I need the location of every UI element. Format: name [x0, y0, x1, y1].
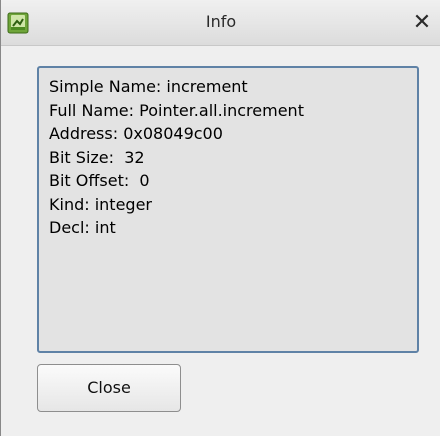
- info-dialog: Info ✕ Simple Name: increment Full Name:…: [0, 0, 440, 436]
- info-line-full-name: Full Name: Pointer.all.increment: [49, 100, 304, 120]
- info-line-simple-name: Simple Name: increment: [49, 77, 248, 96]
- info-line-address: Address: 0x08049c00: [49, 124, 223, 143]
- title-bar[interactable]: Info ✕: [1, 0, 440, 46]
- info-line-kind: Kind: integer: [49, 194, 152, 214]
- info-line-bit-offset: Bit Offset: 0: [49, 171, 150, 190]
- info-line-decl: Decl: int: [49, 218, 116, 237]
- close-button[interactable]: Close: [37, 364, 181, 412]
- close-x-icon[interactable]: ✕: [407, 8, 437, 38]
- info-line-bit-size: Bit Size: 32: [49, 147, 145, 167]
- info-text-box: Simple Name: increment Full Name: Pointe…: [37, 66, 419, 353]
- window-title: Info: [205, 12, 237, 31]
